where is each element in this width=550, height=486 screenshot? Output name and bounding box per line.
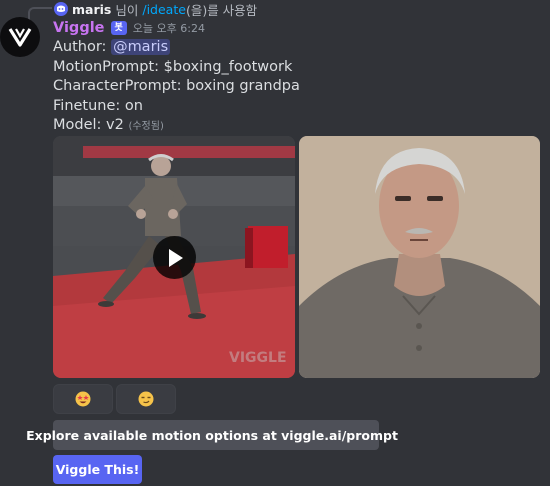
video-attachment[interactable]: VIGGLE: [53, 136, 295, 378]
finetune-line: Finetune: on: [53, 97, 143, 114]
message-header: Viggle 봇 오늘 오후 6:24: [53, 18, 205, 38]
star-struck-emoji: [75, 391, 91, 407]
reply-context: maris 님이 /ideate (을)를 사용함: [54, 0, 257, 18]
reaction-smirk[interactable]: [116, 384, 176, 414]
author-line: Author: @maris: [53, 38, 300, 58]
timestamp: 오늘 오후 6:24: [132, 22, 205, 35]
smirk-emoji: [138, 391, 154, 407]
reply-text-after: (을)를 사용함: [185, 2, 258, 18]
explore-motion-options-button[interactable]: Explore available motion options at vigg…: [26, 420, 398, 450]
model-text: Model: v2: [53, 117, 124, 133]
bot-badge: 봇: [110, 21, 127, 35]
viggle-this-button[interactable]: Viggle This!: [53, 455, 142, 484]
reaction-star-struck[interactable]: [53, 384, 113, 414]
video-watermark: VIGGLE: [229, 350, 287, 366]
character-prompt-line: CharacterPrompt: boxing grandpa: [53, 78, 300, 94]
viggle-logo-icon: [8, 28, 32, 47]
play-icon: [168, 248, 183, 267]
play-button[interactable]: [153, 236, 196, 279]
motion-prompt-line: MotionPrompt: $boxing_footwork: [53, 58, 293, 75]
bot-avatar[interactable]: [0, 17, 40, 57]
edited-label: (수정됨): [128, 121, 164, 132]
message-body: Author: @maris MotionPrompt: $boxing_foo…: [53, 38, 300, 137]
discord-icon: [54, 2, 68, 16]
reply-username[interactable]: maris: [72, 2, 111, 17]
bot-name[interactable]: Viggle: [53, 20, 105, 36]
explore-button-label: Explore available motion options at vigg…: [26, 427, 398, 443]
reply-command[interactable]: /ideate: [142, 2, 186, 17]
author-mention[interactable]: @maris: [111, 39, 171, 55]
reply-text-before: 님이: [115, 2, 139, 18]
model-line: Model: v2 (수정됨): [53, 116, 300, 137]
author-label: Author:: [53, 39, 107, 55]
image-attachment[interactable]: [299, 136, 540, 378]
